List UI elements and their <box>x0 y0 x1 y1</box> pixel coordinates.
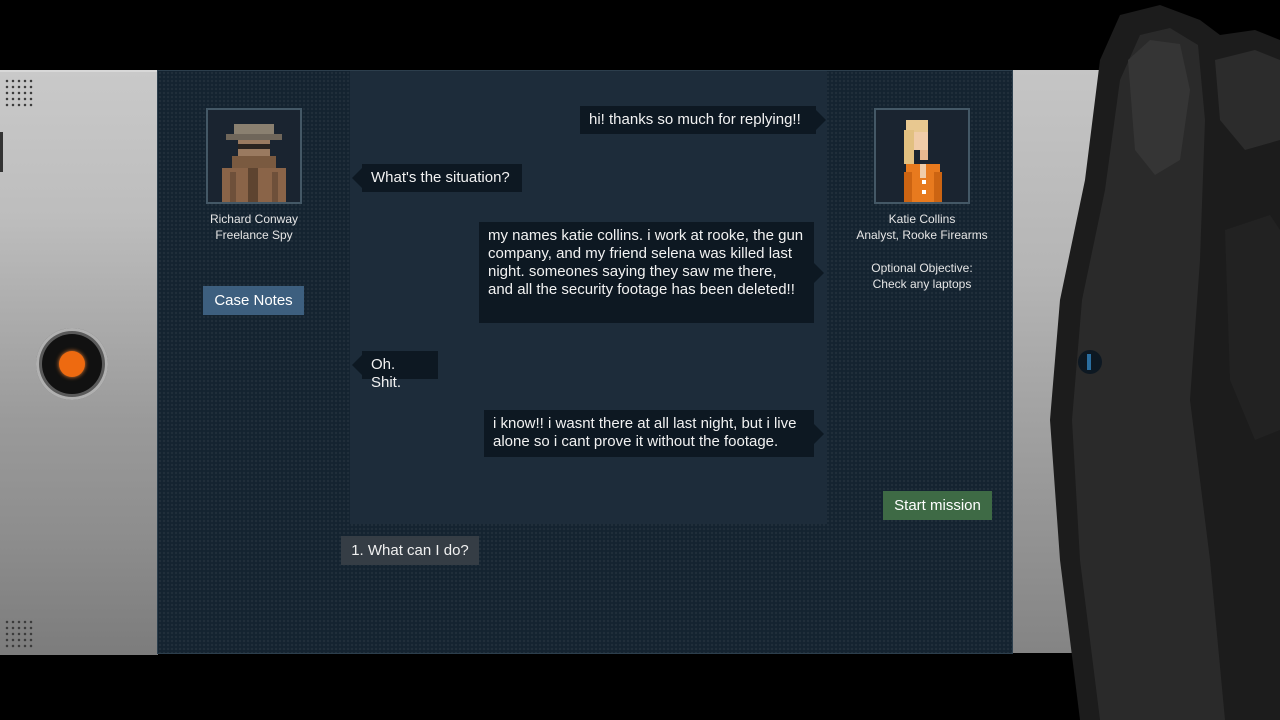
message-text: Oh. Shit. <box>371 356 402 391</box>
client-portrait <box>874 108 970 204</box>
case-notes-button[interactable]: Case Notes <box>203 286 304 315</box>
frame-notch <box>0 132 3 172</box>
reply-choice-1[interactable]: 1. What can I do? <box>341 536 479 565</box>
objective-text: Check any laptops <box>872 277 972 291</box>
message-text: hi! thanks so much for replying!! <box>589 111 801 128</box>
objective-label: Optional Objective: <box>871 261 973 275</box>
chat-screen: Richard Conway Freelance Spy Case Notes … <box>157 70 1013 654</box>
blonde-woman-orange-shirt-portrait-icon <box>876 110 968 202</box>
message-bubble: i know!! i wasnt there at all last night… <box>484 410 824 457</box>
power-button[interactable] <box>36 328 108 400</box>
client-name: Katie Collins <box>888 212 956 226</box>
speaker-grille-bottom <box>4 619 34 649</box>
optional-objective: Optional Objective: Check any laptops <box>838 260 1006 292</box>
device-frame-left <box>0 70 158 655</box>
power-button-inner <box>42 334 102 394</box>
message-bubble: hi! thanks so much for replying!! <box>580 106 826 134</box>
agent-name-block: Richard Conway Freelance Spy <box>164 211 344 243</box>
hand-silhouette <box>1050 5 1280 720</box>
agent-name: Richard Conway <box>209 212 299 226</box>
message-bubble: my names katie collins. i work at rooke,… <box>479 222 824 323</box>
agent-portrait <box>206 108 302 204</box>
client-name-block: Katie Collins Analyst, Rooke Firearms <box>832 211 1012 243</box>
start-mission-button[interactable]: Start mission <box>883 491 992 520</box>
agent-title: Freelance Spy <box>215 228 293 242</box>
message-text: What's the situation? <box>371 169 510 186</box>
power-light-icon <box>59 351 85 377</box>
speaker-grille <box>4 78 34 108</box>
message-bubble: Oh. Shit. <box>352 351 438 391</box>
message-text: my names katie collins. i work at rooke,… <box>488 227 804 298</box>
message-bubble: What's the situation? <box>352 164 522 192</box>
trenchcoat-spy-portrait-icon <box>208 110 300 202</box>
client-title: Analyst, Rooke Firearms <box>856 228 988 242</box>
message-text: i know!! i wasnt there at all last night… <box>493 415 797 450</box>
